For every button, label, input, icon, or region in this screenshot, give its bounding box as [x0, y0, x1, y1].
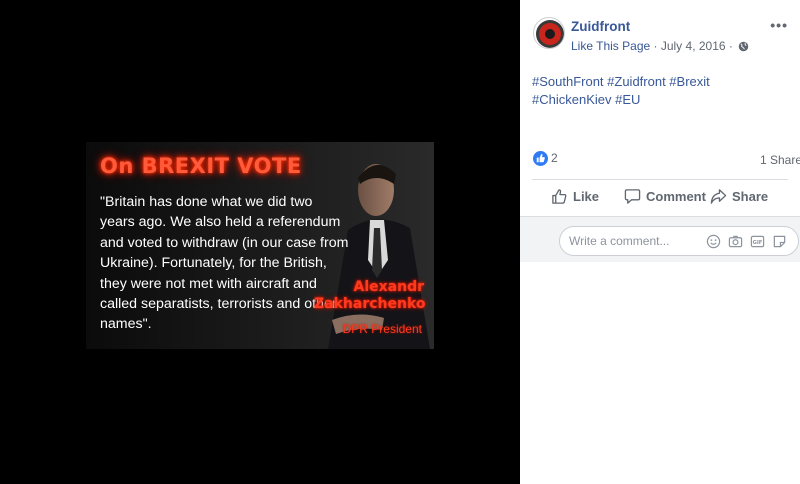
comment-label: Comment — [646, 189, 706, 204]
image-person-role: DPR President — [342, 322, 422, 336]
meta-separator-2: · — [725, 39, 737, 53]
gif-icon[interactable]: GIF — [750, 234, 765, 249]
media-pane: On BREXIT VOTE "Britain has done what we… — [0, 0, 520, 484]
svg-text:GIF: GIF — [753, 240, 763, 246]
share-icon — [710, 189, 727, 204]
share-label: Share — [732, 189, 769, 204]
reactions-row: 2 1 Share — [532, 150, 800, 170]
post-image[interactable]: On BREXIT VOTE "Britain has done what we… — [86, 142, 434, 349]
comment-icon — [624, 189, 641, 204]
post-meta: Like This Page · July 4, 2016 · — [571, 39, 749, 53]
emoji-icon[interactable] — [706, 234, 721, 249]
meta-separator: · — [650, 39, 661, 53]
comment-tools: GIF — [706, 234, 787, 249]
share-button[interactable]: Share — [710, 188, 768, 205]
camera-icon[interactable] — [728, 234, 743, 249]
image-name-last: Zakharchenko — [314, 296, 426, 312]
more-options-icon[interactable]: ••• — [770, 17, 788, 33]
divider — [532, 179, 788, 180]
post-hashtags[interactable]: #SouthFront #Zuidfront #Brexit #ChickenK… — [532, 73, 788, 109]
image-title: On BREXIT VOTE — [100, 154, 302, 178]
avatar[interactable] — [533, 17, 565, 49]
post-date[interactable]: July 4, 2016 — [661, 39, 726, 53]
post-panel: Zuidfront Like This Page · July 4, 2016 … — [520, 0, 800, 484]
page-name-link[interactable]: Zuidfront — [571, 19, 630, 34]
image-person-name: Alexandr Zakharchenko — [314, 279, 426, 313]
share-count[interactable]: 1 Share — [760, 153, 800, 167]
image-quote: "Britain has done what we did two years … — [100, 194, 349, 333]
post-actions: Like Comment Share — [532, 182, 788, 214]
comment-button[interactable]: Comment — [624, 188, 706, 205]
image-name-first: Alexandr — [353, 279, 425, 295]
avatar-logo-icon — [536, 20, 564, 48]
comment-area: GIF — [520, 216, 800, 262]
like-label: Like — [573, 189, 600, 204]
globe-icon — [738, 41, 749, 52]
like-icon — [552, 189, 567, 204]
sticker-icon[interactable] — [772, 234, 787, 249]
like-page-link[interactable]: Like This Page — [571, 39, 650, 53]
like-button[interactable]: Like — [551, 188, 599, 205]
thumbs-up-icon[interactable] — [533, 151, 548, 166]
post-header: Zuidfront Like This Page · July 4, 2016 … — [520, 0, 800, 65]
reaction-count[interactable]: 2 — [551, 151, 558, 165]
